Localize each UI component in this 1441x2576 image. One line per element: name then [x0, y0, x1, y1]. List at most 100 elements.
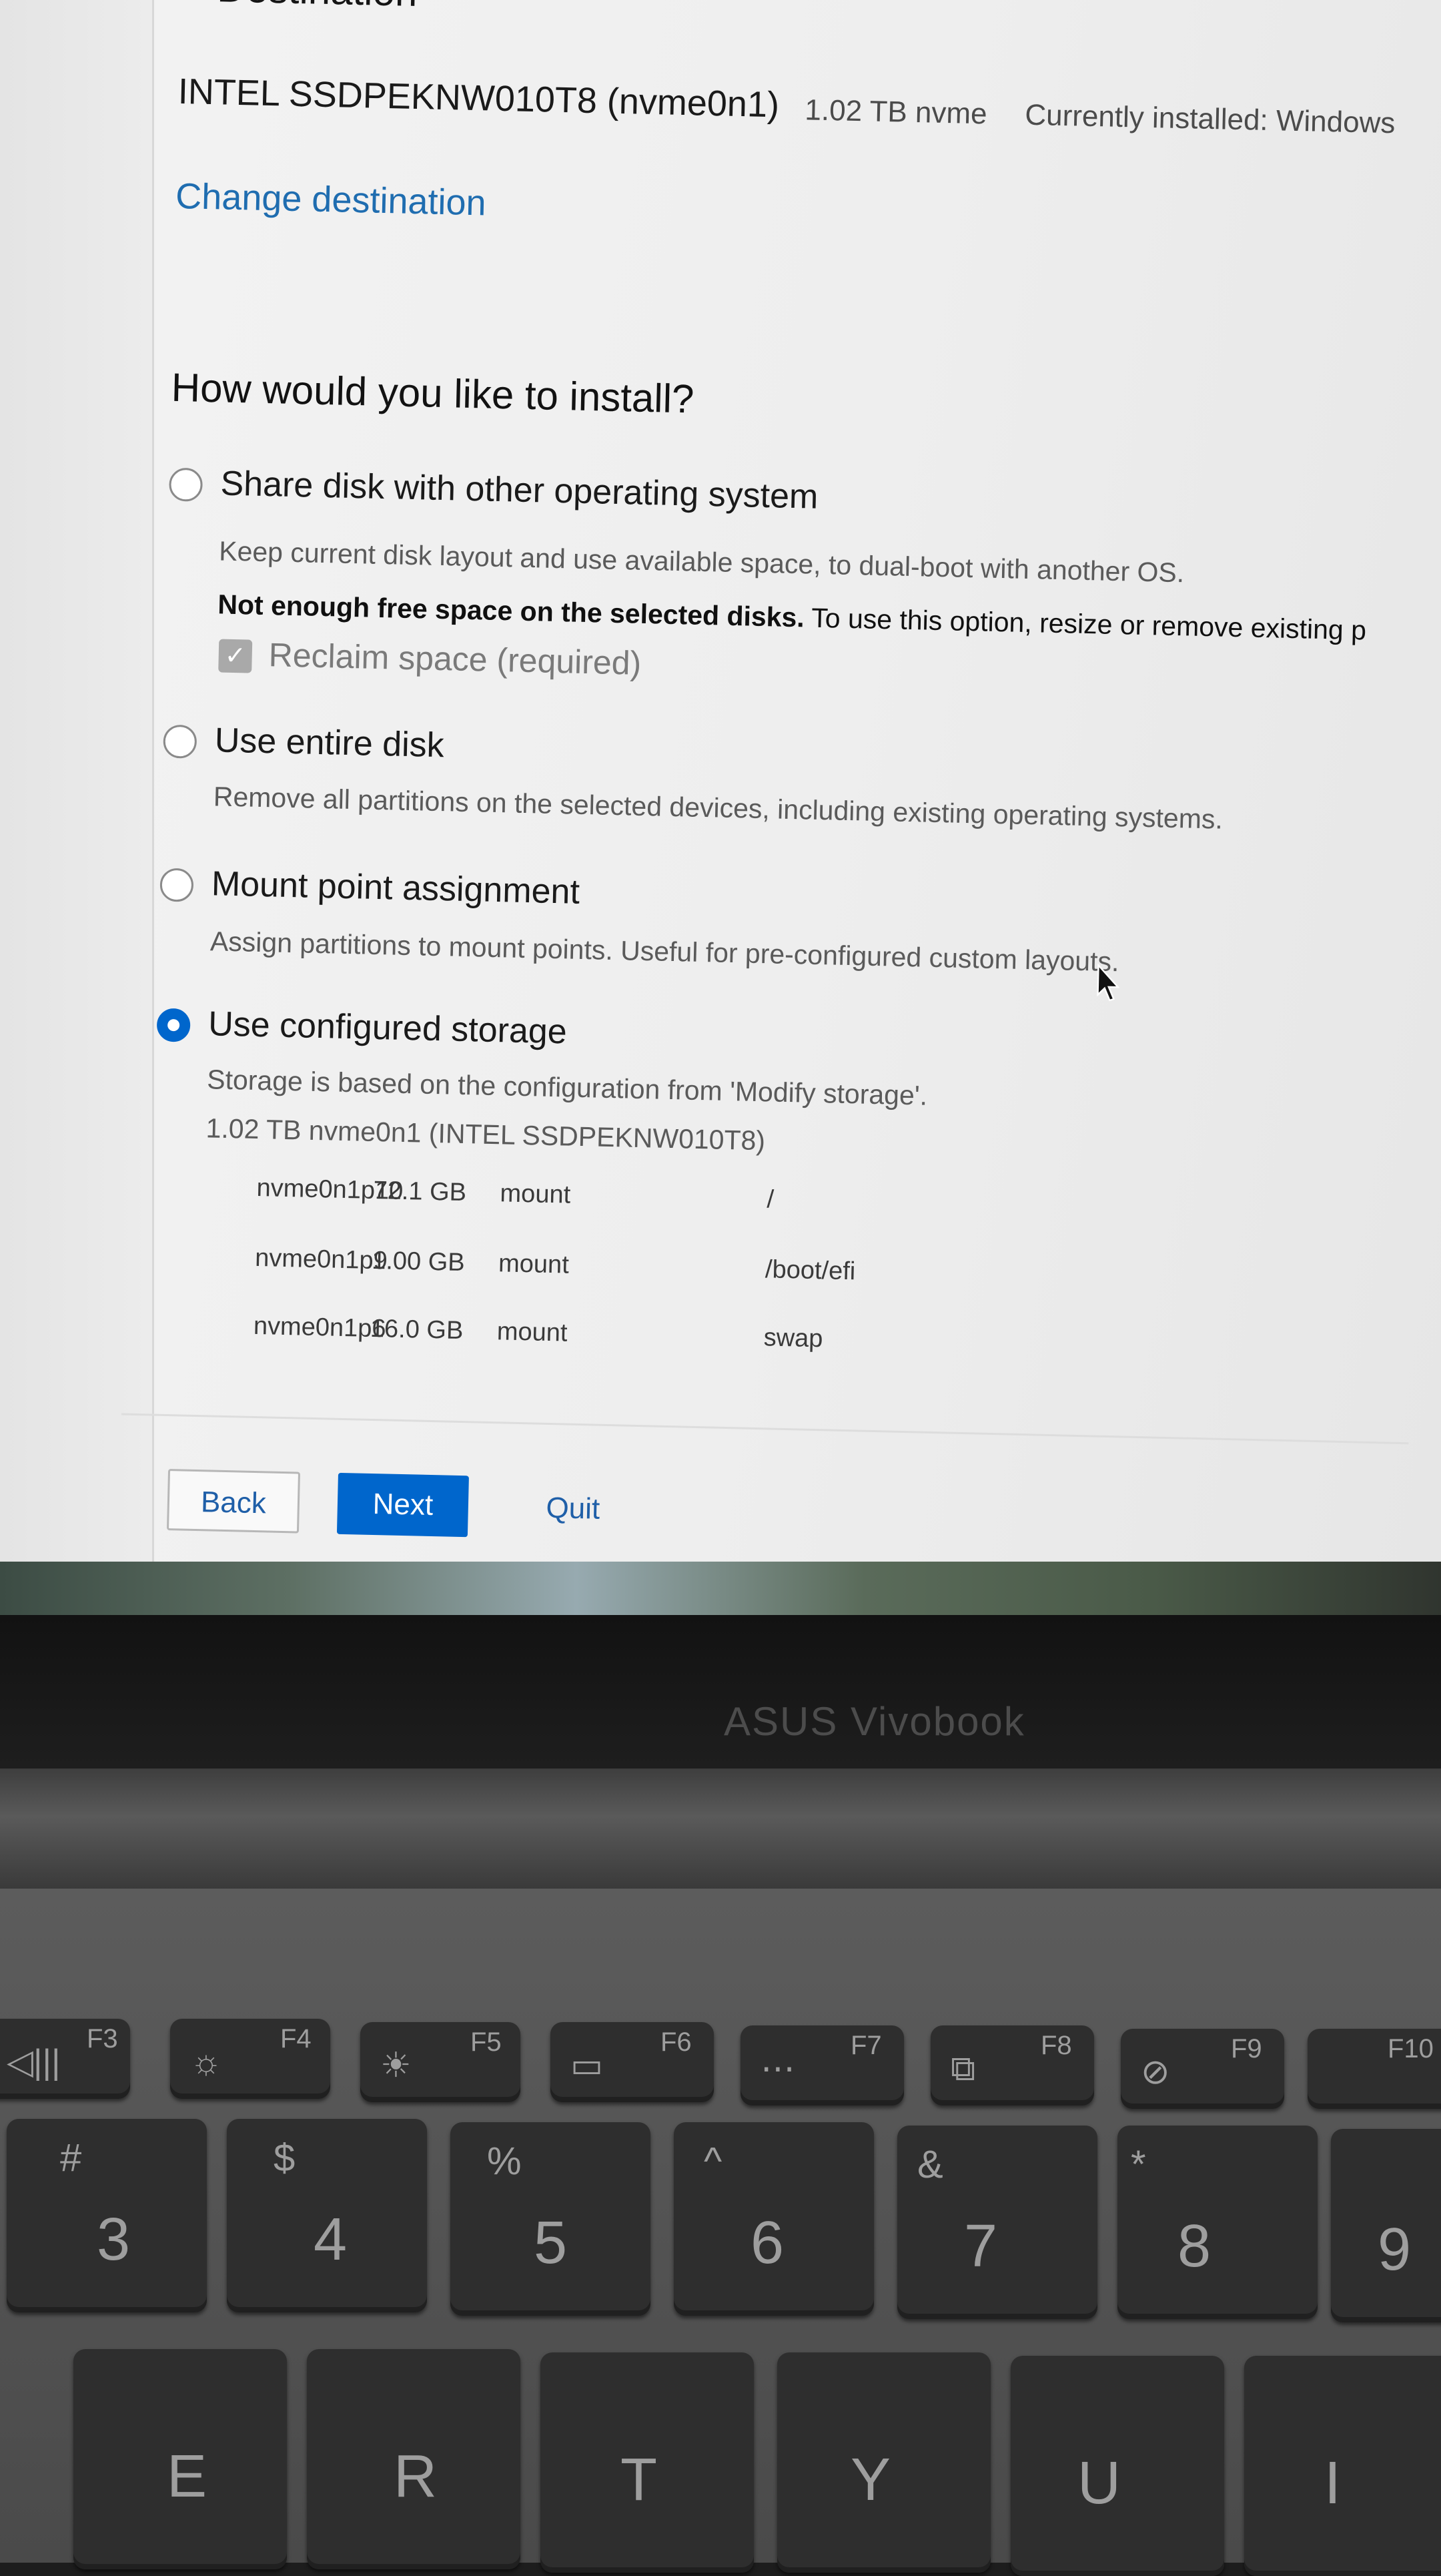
key-3-shift-label: # — [60, 2136, 82, 2180]
key-f4-label: F4 — [280, 2024, 312, 2053]
partition-action: mount — [498, 1249, 570, 1279]
key-f7[interactable]: ⋯ F7 — [741, 2025, 904, 2106]
keyboard-backlight-icon: ⋯ — [761, 2049, 795, 2088]
key-f8[interactable]: ⧉ F8 — [931, 2025, 1094, 2106]
key-f7-label: F7 — [851, 2031, 882, 2060]
key-r-label: R — [394, 2443, 437, 2510]
mic-mute-icon: ⊘ — [1141, 2053, 1170, 2091]
next-button[interactable]: Next — [336, 1472, 469, 1538]
key-e[interactable]: E — [73, 2349, 287, 2569]
mouse-pointer-icon — [1097, 963, 1120, 1002]
disk-model: INTEL SSDPEKNW010T8 (nvme0n1) — [177, 71, 780, 125]
key-t-label: T — [620, 2447, 657, 2513]
partition-size: 16.0 GB — [370, 1314, 464, 1345]
key-f8-label: F8 — [1041, 2031, 1072, 2060]
key-f4[interactable]: ☼ F4 — [170, 2019, 330, 2099]
partition-action: mount — [496, 1317, 568, 1347]
installation-method-panel: Destination INTEL SSDPEKNW010T8 (nvme0n1… — [118, 0, 1441, 1590]
radio-share-disk[interactable] — [168, 467, 203, 502]
brightness-down-icon: ☼ — [190, 2043, 222, 2081]
option-mount-point-label[interactable]: Mount point assignment — [211, 864, 580, 912]
warning-text: To use this option, resize or remove exi… — [804, 602, 1367, 646]
partition-action: mount — [500, 1179, 571, 1209]
touchpad-icon: ▭ — [570, 2046, 604, 2085]
key-4[interactable]: $ 4 — [227, 2119, 427, 2312]
key-5-shift-label: % — [487, 2140, 522, 2183]
key-7[interactable]: & 7 — [897, 2126, 1097, 2319]
key-9-label: 9 — [1378, 2216, 1412, 2283]
quit-button[interactable]: Quit — [519, 1477, 627, 1541]
key-3-label: 3 — [97, 2206, 131, 2273]
reclaim-space-checkbox[interactable]: ✓ — [218, 639, 253, 673]
radio-mount-point-assignment[interactable] — [159, 868, 194, 902]
option-entire-disk-description: Remove all partitions on the selected de… — [213, 781, 1224, 835]
partition-size: 1.00 GB — [371, 1246, 466, 1277]
partition-name: nvme0n1p9 — [254, 1243, 388, 1275]
partition-size: 72.1 GB — [373, 1176, 467, 1207]
key-t[interactable]: T — [540, 2352, 754, 2573]
partition-name: nvme0n1p6 — [253, 1311, 386, 1343]
radio-use-configured-storage[interactable] — [156, 1008, 191, 1042]
key-5-label: 5 — [534, 2210, 568, 2276]
option-share-disk-description: Keep current disk layout and use availab… — [218, 535, 1185, 589]
key-f9[interactable]: ⊘ F9 — [1121, 2029, 1284, 2109]
partition-mount-point: / — [766, 1185, 775, 1214]
key-4-shift-label: $ — [274, 2136, 296, 2180]
key-i-label: I — [1324, 2450, 1342, 2517]
option-mount-point-description: Assign partitions to mount points. Usefu… — [209, 926, 1119, 978]
screen-bezel — [0, 1615, 1441, 1768]
key-i[interactable]: I — [1244, 2356, 1441, 2576]
key-4-label: 4 — [314, 2206, 348, 2273]
brand-logo: ASUS Vivobook — [724, 1699, 1025, 1744]
key-8[interactable]: * 8 — [1117, 2126, 1318, 2319]
option-share-disk-label[interactable]: Share disk with other operating system — [220, 463, 819, 517]
destination-heading: Destination — [217, 0, 418, 15]
change-destination-link[interactable]: Change destination — [175, 176, 487, 224]
key-y[interactable]: Y — [777, 2352, 991, 2573]
radio-use-entire-disk[interactable] — [163, 724, 197, 759]
key-8-label: 8 — [1177, 2213, 1212, 2280]
key-3[interactable]: # 3 — [7, 2119, 207, 2312]
option-entire-disk-label[interactable]: Use entire disk — [214, 720, 444, 765]
partition-mount-point: /boot/efi — [765, 1255, 856, 1286]
installer-screen: Destination INTEL SSDPEKNW010T8 (nvme0n1… — [0, 0, 1441, 1602]
reclaim-space-label: Reclaim space (required) — [268, 636, 642, 682]
key-f9-label: F9 — [1231, 2034, 1262, 2063]
mute-icon: ◁||| — [7, 2043, 61, 2081]
option-configured-storage-label[interactable]: Use configured storage — [208, 1004, 568, 1052]
key-u-label: U — [1077, 2450, 1121, 2517]
key-9[interactable]: 9 — [1331, 2129, 1441, 2322]
storage-disk-summary: 1.02 TB nvme0n1 (INTEL SSDPEKNW010T8) — [205, 1112, 766, 1157]
warning-bold-text: Not enough free space on the selected di… — [217, 589, 805, 633]
key-8-shift-label: * — [1131, 2143, 1146, 2186]
key-5[interactable]: % 5 — [450, 2122, 650, 2316]
key-f5-label: F5 — [470, 2027, 502, 2057]
key-f3[interactable]: ◁||| F3 — [0, 2019, 130, 2099]
key-f3-label: F3 — [87, 2024, 118, 2053]
back-button[interactable]: Back — [166, 1469, 301, 1534]
key-7-label: 7 — [964, 2213, 998, 2280]
key-f6[interactable]: ▭ F6 — [550, 2022, 714, 2102]
key-y-label: Y — [851, 2447, 891, 2513]
laptop-hinge — [0, 1768, 1441, 1889]
option-configured-storage-description: Storage is based on the configuration fr… — [206, 1064, 928, 1111]
key-6[interactable]: ^ 6 — [674, 2122, 874, 2316]
key-7-shift-label: & — [917, 2143, 943, 2186]
keyboard-deck: ◁||| F3 ☼ F4 ☀ F5 ▭ F6 ⋯ F7 ⧉ F8 ⊘ F9 F1… — [0, 1889, 1441, 2576]
install-question-heading: How would you like to install? — [171, 364, 695, 422]
key-e-label: E — [167, 2443, 207, 2510]
key-f5[interactable]: ☀ F5 — [360, 2022, 520, 2102]
display-switch-icon: ⧉ — [951, 2049, 976, 2088]
key-u[interactable]: U — [1011, 2356, 1224, 2576]
desktop-wallpaper-edge — [0, 1562, 1441, 1615]
key-f10[interactable]: F10 — [1308, 2029, 1441, 2109]
key-f10-label: F10 — [1388, 2034, 1434, 2063]
brightness-up-icon: ☀ — [380, 2046, 412, 2085]
key-r[interactable]: R — [307, 2349, 520, 2569]
key-6-shift-label: ^ — [704, 2140, 723, 2183]
partition-mount-point: swap — [763, 1323, 823, 1353]
footer-divider — [121, 1413, 1409, 1445]
key-f6-label: F6 — [660, 2027, 692, 2057]
disk-size: 1.02 TB nvme — [804, 93, 988, 131]
key-6-label: 6 — [751, 2210, 785, 2276]
